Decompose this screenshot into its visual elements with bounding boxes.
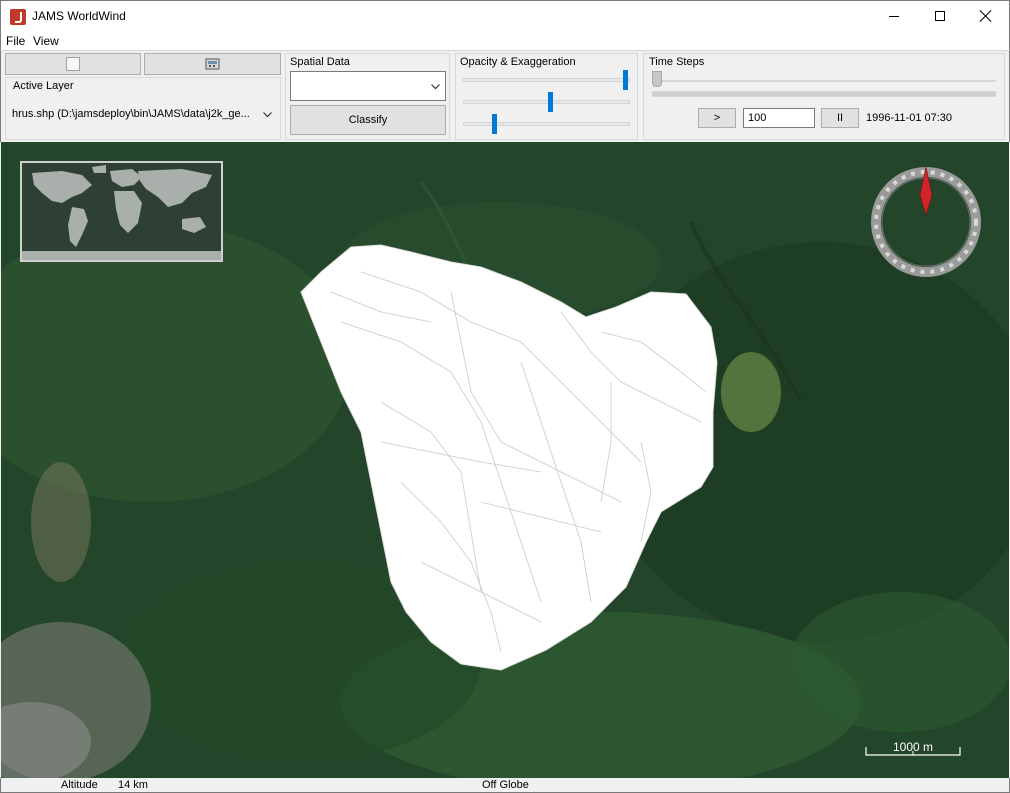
time-steps-label: Time Steps	[649, 56, 705, 68]
opacity-panel: Opacity & Exaggeration	[455, 53, 638, 140]
chevron-down-icon	[431, 84, 440, 90]
exaggeration-slider-track[interactable]	[463, 100, 630, 104]
pause-button[interactable]: II	[821, 108, 859, 128]
scale-ruler-icon	[865, 747, 961, 756]
spatial-data-select[interactable]	[290, 71, 446, 101]
minimize-button[interactable]	[871, 1, 917, 31]
exaggeration-slider-thumb[interactable]	[548, 92, 553, 112]
spatial-data-panel: Spatial Data Classify	[285, 53, 450, 140]
time-tick-line	[652, 80, 996, 82]
third-slider-thumb[interactable]	[491, 114, 497, 134]
play-button[interactable]: >	[698, 108, 736, 128]
chevron-down-icon[interactable]	[263, 112, 272, 118]
title-bar: JAMS WorldWind	[0, 0, 1010, 31]
screenshot-button[interactable]	[144, 53, 281, 75]
close-button[interactable]	[963, 1, 1009, 31]
close-icon	[980, 10, 992, 22]
timestamp-text: 1996-11-01 07:30	[866, 112, 953, 124]
altitude-label: Altitude	[61, 779, 98, 791]
third-slider-track[interactable]	[463, 122, 630, 126]
step-input[interactable]: 100	[743, 108, 815, 128]
scale-bar: 1000 m	[865, 740, 961, 756]
menu-view[interactable]: View	[33, 34, 59, 48]
minimize-icon	[889, 15, 899, 17]
altitude-value: 14 km	[118, 779, 148, 791]
position-text: Off Globe	[482, 779, 529, 791]
spatial-data-label: Spatial Data	[290, 56, 350, 68]
save-image-icon	[205, 58, 219, 70]
maximize-button[interactable]	[917, 1, 963, 31]
active-layer-value: hrus.shp (D:\jamsdeploy\bin\JAMS\data\j2…	[12, 108, 250, 120]
opacity-slider-track[interactable]	[463, 78, 630, 82]
time-slider-track[interactable]	[652, 91, 996, 97]
overview-minimap[interactable]	[20, 161, 223, 262]
menu-bar: File View	[0, 31, 1010, 50]
menu-file[interactable]: File	[6, 34, 25, 48]
maximize-icon	[935, 11, 945, 21]
toolbar: Active Layer hrus.shp (D:\jamsdeploy\bin…	[0, 50, 1010, 142]
active-layer-label: Active Layer	[13, 80, 74, 92]
opacity-label: Opacity & Exaggeration	[460, 56, 576, 68]
opacity-slider-thumb[interactable]	[623, 70, 628, 90]
time-steps-panel: Time Steps > 100 II 1996-11-01 07:30	[643, 53, 1005, 140]
active-layer-panel: Active Layer hrus.shp (D:\jamsdeploy\bin…	[5, 77, 281, 140]
status-bar: Altitude 14 km Off Globe	[0, 778, 1010, 793]
compass-icon[interactable]	[871, 167, 981, 277]
app-icon	[10, 9, 26, 25]
window-title: JAMS WorldWind	[32, 9, 126, 23]
world-map-icon	[22, 163, 221, 260]
layer-toggle-button[interactable]	[5, 53, 141, 75]
time-slider-thumb[interactable]	[652, 71, 662, 87]
toggle-knob-icon	[66, 57, 80, 71]
globe-map-view[interactable]: 1000 m	[1, 142, 1009, 778]
classify-button[interactable]: Classify	[290, 105, 446, 135]
active-layer-select[interactable]: hrus.shp (D:\jamsdeploy\bin\JAMS\data\j2…	[12, 108, 274, 124]
